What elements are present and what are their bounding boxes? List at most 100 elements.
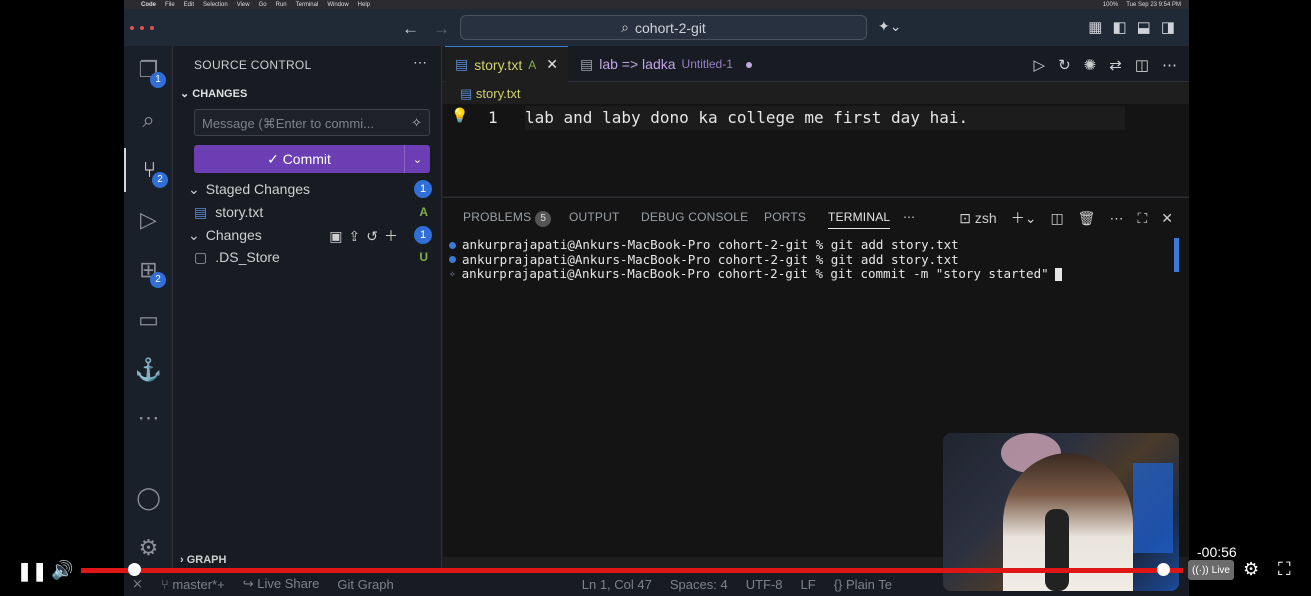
copilot-icon[interactable]: ✦⌄ [878,18,901,35]
changes-count-badge: 1 [414,226,432,244]
tab-story-txt[interactable]: ▤ story.txt A ✕ [445,46,568,82]
toggle-secondary-sidebar-icon[interactable]: ◨ [1161,18,1175,36]
sidebar-more-icon[interactable]: ⋯ [413,54,427,71]
line-number: 1 [488,108,498,127]
panel-more-icon[interactable]: ⋯ [903,210,915,224]
volume-icon[interactable]: 🔊 [51,560,73,581]
open-file-icon[interactable]: ⇪ [349,228,367,244]
more-actions-icon[interactable]: ⋯ [1162,56,1177,74]
run-icon[interactable]: ▷ [1034,56,1046,74]
live-edge-handle[interactable] [1157,563,1170,576]
tab-terminal[interactable]: TERMINAL [828,210,891,229]
clock-text: Tue Sep 23 9:54 PM [1126,1,1181,8]
tab-output[interactable]: OUTPUT [569,210,620,224]
menu-file[interactable]: File [165,2,175,8]
menu-selection[interactable]: Selection [203,2,228,8]
timeline-icon[interactable]: ↻ [1058,56,1071,74]
lightbulb-icon[interactable]: 💡 [451,107,468,124]
more-views-icon[interactable]: ⋯ [124,396,173,440]
file-icon: ▤ [580,55,594,72]
terminal-line: ankurprajapati@Ankurs-MacBook-Pro cohort… [449,252,1062,268]
menu-code[interactable]: Code [141,2,156,8]
terminal-text: ankurprajapati@Ankurs-MacBook-Pro cohort… [462,237,959,252]
commit-dropdown-icon[interactable]: ⌄ [404,145,430,173]
extensions-badge: 2 [150,272,166,288]
changes-group[interactable]: ⌄ Changes ▣⇪↺＋ 1 [188,224,434,246]
customize-layout-icon[interactable]: ▦ [1088,18,1102,36]
toggle-panel-icon[interactable]: ⬓ [1137,18,1151,36]
menu-view[interactable]: View [237,2,250,8]
menu-go[interactable]: Go [259,2,267,8]
menu-terminal[interactable]: Terminal [296,2,319,8]
tab-ports[interactable]: PORTS [764,210,806,224]
menu-run[interactable]: Run [276,2,287,8]
commit-button[interactable]: ✓ Commit ⌄ [194,145,430,173]
menu-window[interactable]: Window [327,2,348,8]
discard-icon[interactable]: ↺ [366,228,384,244]
tab-debug-console[interactable]: DEBUG CONSOLE [641,210,748,224]
remote-explorer-icon[interactable]: ▭ [124,298,173,342]
commit-message-placeholder: Message (⌘Enter to commi... [202,116,374,131]
split-editor-icon[interactable]: ◫ [1135,56,1149,74]
window-close-dot[interactable] [130,25,134,30]
code-editor[interactable]: 💡 1 lab and laby dono ka college me firs… [443,104,1189,196]
search-icon: ⌕ [621,19,630,35]
explorer-icon[interactable]: ❐ 1 [124,48,173,92]
editor-actions: ▷ ↻ ✺ ⇄ ◫ ⋯ [1034,56,1177,74]
close-icon[interactable]: ✕ [546,56,558,73]
stage-all-icon[interactable]: ＋ [384,228,404,244]
settings-gear-icon[interactable]: ⚙ [1243,559,1259,580]
search-icon[interactable]: ⌕ [124,98,173,142]
account-icon[interactable]: ◯ [124,476,173,520]
scm-badge: 2 [152,172,168,188]
command-center-search[interactable]: ⌕ cohort-2-git [460,15,867,40]
back-arrow-icon[interactable]: ← [402,19,433,38]
terminal-output[interactable]: ankurprajapati@Ankurs-MacBook-Pro cohort… [449,237,1062,282]
commit-button-main[interactable]: ✓ Commit [194,151,404,168]
toggle-primary-sidebar-icon[interactable]: ◧ [1112,18,1126,36]
tab-untitled[interactable]: ▤ lab => ladka Untitled-1 ● [570,46,770,82]
code-line[interactable]: lab and laby dono ka college me first da… [525,106,1125,130]
new-terminal-icon[interactable]: ＋⌄ [1011,208,1037,228]
extensions-icon[interactable]: ⊞ 2 [124,248,173,292]
anchor-icon[interactable]: ⚓ [124,348,173,392]
chatgpt-icon[interactable]: ✺ [1084,56,1097,74]
tab-problems[interactable]: PROBLEMS 5 [463,210,552,227]
live-signal-icon: ((·)) [1191,564,1209,576]
menu-help[interactable]: Help [358,2,370,8]
compare-icon[interactable]: ⇄ [1109,56,1122,74]
live-button[interactable]: ((·)) Live [1188,560,1234,580]
staged-count-badge: 1 [414,180,432,198]
close-panel-icon[interactable]: ✕ [1161,210,1173,227]
progress-track[interactable] [81,568,1183,573]
pause-icon[interactable]: ❚❚ [17,561,47,582]
terminal-shell-icon[interactable]: ⊡ zsh [959,210,996,227]
live-label: Live [1211,564,1230,576]
list-item-ds-store[interactable]: ▢ .DS_Store U [188,246,434,268]
changes-section-header[interactable]: ⌄ CHANGES [180,87,247,100]
breadcrumb[interactable]: ▤ story.txt [460,86,520,102]
split-terminal-icon[interactable]: ◫ [1050,210,1063,227]
file-icon: ▢ [194,248,208,265]
menu-edit[interactable]: Edit [184,2,194,8]
scrub-handle[interactable] [128,563,141,576]
commit-message-input[interactable]: Message (⌘Enter to commi... ✧ [194,109,430,136]
trash-icon[interactable]: 🗑 [1078,210,1096,227]
staged-changes-group[interactable]: ⌄ Staged Changes 1 [188,178,434,200]
sidebar-title: SOURCE CONTROL [194,58,312,72]
terminal-scrollbar[interactable] [1174,238,1179,272]
source-control-icon[interactable]: ⑂ 2 [124,148,173,192]
sparkle-icon[interactable]: ✧ [411,115,422,131]
fullscreen-icon[interactable]: ⛶ [1278,559,1291,580]
terminal-more-icon[interactable]: ⋯ [1109,210,1123,227]
list-item-story[interactable]: ▤ story.txt A [188,201,434,223]
battery-text: 100% [1102,1,1119,8]
shell-name: zsh [974,209,997,226]
open-changes-icon[interactable]: ▣ [329,228,348,244]
unsaved-dot-icon[interactable]: ● [745,56,753,72]
window-minimize-dot[interactable] [140,25,144,30]
maximize-panel-icon[interactable]: ⛶ [1137,210,1147,227]
run-debug-icon[interactable]: ▷ [124,198,173,242]
window-zoom-dot[interactable] [150,25,154,30]
video-stage: Code File Edit Selection View Go Run Ter… [0,0,1311,596]
